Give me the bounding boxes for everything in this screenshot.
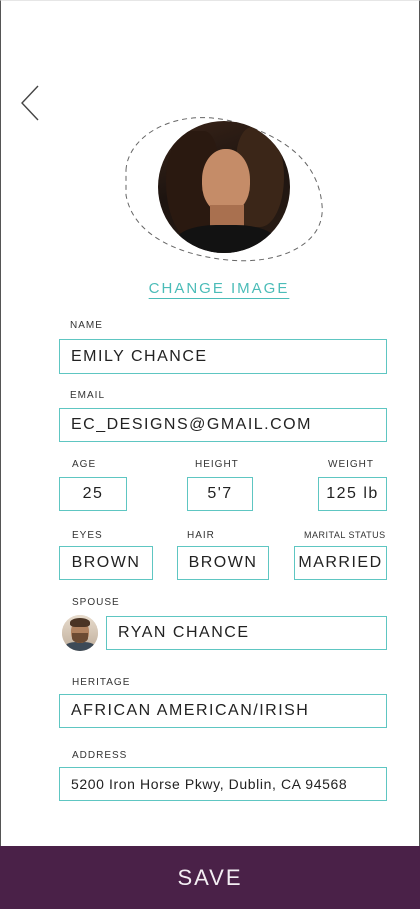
name-field[interactable] — [59, 339, 387, 374]
address-input[interactable] — [71, 776, 386, 792]
marital-status-label: MARITAL STATUS — [304, 530, 386, 540]
profile-photo[interactable] — [158, 121, 290, 253]
email-label: EMAIL — [70, 390, 106, 401]
hair-value: BROWN — [188, 554, 258, 571]
heritage-field[interactable] — [59, 694, 387, 728]
change-image-link[interactable]: CHANGE IMAGE — [0, 280, 420, 297]
marital-status-value: MARRIED — [298, 554, 383, 571]
email-input[interactable] — [71, 416, 386, 434]
eyes-field[interactable]: BROWN — [59, 546, 153, 580]
height-label: HEIGHT — [195, 459, 239, 470]
spouse-field[interactable] — [106, 616, 387, 650]
address-field[interactable] — [59, 767, 387, 801]
save-button[interactable]: SAVE — [0, 846, 420, 909]
weight-value: 125 lb — [326, 485, 379, 502]
age-field[interactable]: 25 — [59, 477, 127, 511]
name-label: NAME — [70, 320, 103, 331]
email-field[interactable] — [59, 408, 387, 442]
eyes-value: BROWN — [71, 554, 141, 571]
eyes-label: EYES — [72, 530, 103, 541]
marital-status-field[interactable]: MARRIED — [294, 546, 387, 580]
back-chevron-icon[interactable] — [18, 84, 44, 122]
address-label: ADDRESS — [72, 750, 128, 761]
heritage-input[interactable] — [71, 702, 386, 720]
spouse-input[interactable] — [118, 624, 386, 642]
weight-field[interactable]: 125 lb — [318, 477, 387, 511]
hair-label: HAIR — [187, 530, 215, 541]
heritage-label: HERITAGE — [72, 677, 131, 688]
age-value: 25 — [82, 485, 104, 502]
height-value: 5'7 — [207, 485, 233, 502]
name-input[interactable] — [71, 347, 386, 366]
weight-label: WEIGHT — [328, 459, 374, 470]
spouse-avatar[interactable] — [62, 615, 98, 651]
age-label: AGE — [72, 459, 97, 470]
height-field[interactable]: 5'7 — [187, 477, 253, 511]
hair-field[interactable]: BROWN — [177, 546, 269, 580]
spouse-label: SPOUSE — [72, 597, 120, 608]
